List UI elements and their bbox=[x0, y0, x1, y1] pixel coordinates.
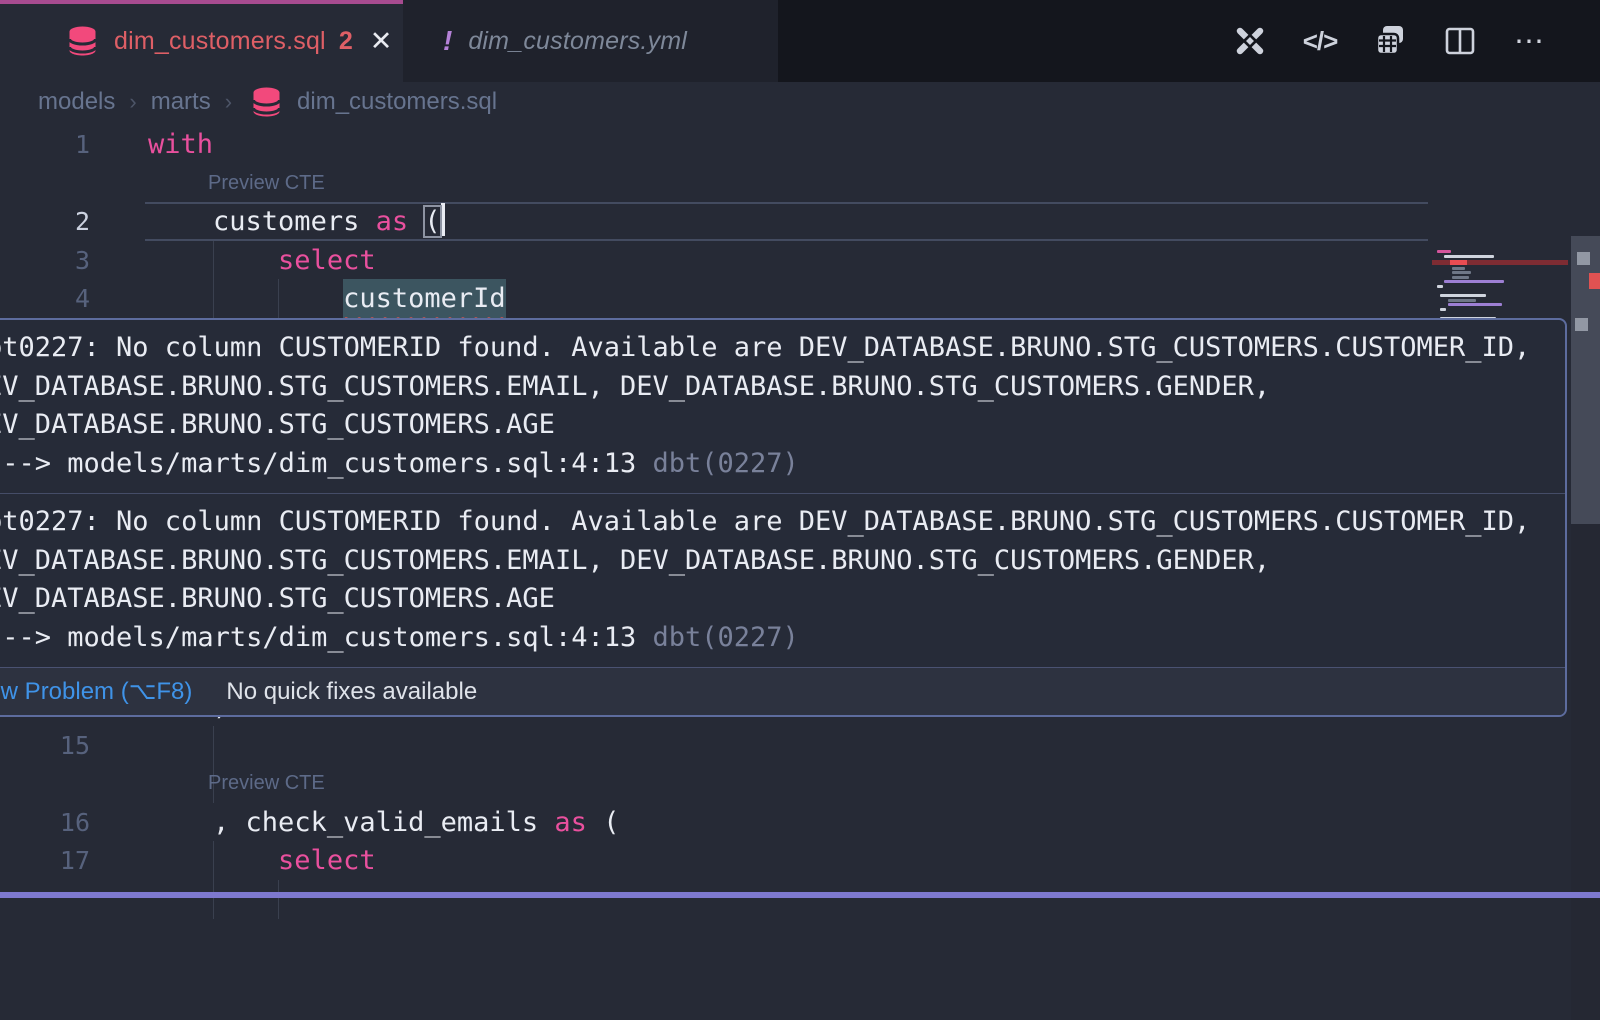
minimap-code-line bbox=[1444, 280, 1504, 283]
code-row: 1 with bbox=[0, 125, 1432, 164]
overview-decoration bbox=[1575, 318, 1588, 331]
editor-actions: </> ⋯ bbox=[1232, 0, 1600, 82]
line-number: 15 bbox=[0, 726, 90, 765]
code-row bbox=[0, 880, 1432, 919]
codelens-row: Preview CTE bbox=[0, 764, 1432, 803]
view-problem-link[interactable]: iew Problem (⌥F8) bbox=[0, 677, 192, 706]
minimap-code-line bbox=[1452, 271, 1471, 274]
code-text: customers as ( bbox=[148, 202, 445, 241]
code-row: 3 select bbox=[0, 241, 1432, 280]
tab-dim-customers-yml[interactable]: ! dim_customers.yml bbox=[403, 0, 778, 82]
code-row: 2 customers as ( bbox=[0, 202, 1432, 241]
overview-decoration bbox=[1577, 252, 1590, 265]
more-actions-icon[interactable]: ⋯ bbox=[1512, 23, 1548, 59]
code-row: 4 customerId bbox=[0, 279, 1432, 318]
split-editor-icon[interactable] bbox=[1442, 23, 1478, 59]
code-row: 17 select bbox=[0, 841, 1432, 880]
line-number bbox=[0, 880, 90, 919]
tooltip-footer: iew Problem (⌥F8) No quick fixes availab… bbox=[0, 667, 1565, 715]
tab-title: dim_customers.yml bbox=[468, 27, 687, 56]
query-results-icon[interactable] bbox=[1372, 23, 1408, 59]
minimap-code-line bbox=[1437, 250, 1451, 253]
breadcrumb: models › marts › dim_customers.sql bbox=[0, 82, 1600, 122]
codelens-preview-cte[interactable]: Preview CTE bbox=[208, 172, 325, 195]
breadcrumb-marts[interactable]: marts bbox=[151, 88, 211, 116]
line-number: 4 bbox=[0, 279, 90, 318]
chevron-right-icon: › bbox=[129, 89, 136, 115]
code-text: customerId bbox=[148, 279, 506, 318]
breadcrumb-models[interactable]: models bbox=[38, 88, 115, 116]
line-number: 16 bbox=[0, 803, 90, 842]
minimap-error-line bbox=[1432, 260, 1568, 265]
no-quick-fixes-label: No quick fixes available bbox=[226, 678, 477, 706]
breadcrumb-file[interactable]: dim_customers.sql bbox=[297, 88, 497, 116]
codelens-preview-cte[interactable]: Preview CTE bbox=[208, 772, 325, 795]
minimap-code-line bbox=[1448, 299, 1476, 302]
error-hover-tooltip: bt0227: No column CUSTOMERID found. Avai… bbox=[0, 318, 1567, 717]
codelens-row: Preview CTE bbox=[0, 164, 1432, 203]
close-icon[interactable]: ✕ bbox=[370, 28, 393, 55]
bracket-match-cursor: ( bbox=[424, 206, 440, 237]
minimap-code-line bbox=[1452, 267, 1465, 270]
code-row: 16 , check_valid_emails as ( bbox=[0, 803, 1432, 842]
scrollbar-track[interactable] bbox=[1571, 244, 1600, 1020]
error-highlighted-identifier: customerId bbox=[343, 279, 506, 318]
tab-bar: dim_customers.sql 2 ✕ ! dim_customers.ym… bbox=[0, 0, 1600, 82]
database-icon bbox=[66, 26, 99, 56]
tab-dim-customers-sql[interactable]: dim_customers.sql 2 ✕ bbox=[0, 0, 403, 82]
minimap-code-line bbox=[1440, 294, 1486, 297]
code-text: select bbox=[148, 841, 376, 880]
database-icon bbox=[250, 87, 283, 117]
overview-error-mark bbox=[1589, 273, 1600, 289]
line-number: 2 bbox=[0, 202, 90, 241]
line-number: 3 bbox=[0, 241, 90, 280]
window-bottom-border bbox=[0, 892, 1600, 898]
minimap-code-line bbox=[1437, 285, 1443, 288]
tab-modified-badge: 2 bbox=[339, 27, 353, 56]
compile-code-icon[interactable]: </> bbox=[1302, 23, 1338, 59]
error-exclamation-icon: ! bbox=[443, 25, 452, 57]
indent-guide bbox=[278, 880, 279, 919]
minimap-code-line bbox=[1448, 303, 1502, 306]
dbt-logo-icon[interactable] bbox=[1232, 23, 1268, 59]
code-text: with bbox=[148, 125, 213, 164]
tab-title: dim_customers.sql bbox=[114, 27, 326, 56]
chevron-right-icon: › bbox=[225, 89, 232, 115]
minimap-code-line bbox=[1444, 255, 1494, 258]
line-number: 1 bbox=[0, 125, 90, 164]
error-message-block: bt0227: No column CUSTOMERID found. Avai… bbox=[0, 320, 1565, 493]
code-row: 15 bbox=[0, 726, 1432, 765]
code-text: , check_valid_emails as ( bbox=[148, 803, 619, 842]
indent-guide bbox=[213, 726, 214, 765]
minimap-code-line bbox=[1452, 276, 1469, 279]
line-number: 17 bbox=[0, 841, 90, 880]
text-caret bbox=[441, 203, 445, 236]
indent-guide bbox=[213, 880, 214, 919]
error-message-block: bt0227: No column CUSTOMERID found. Avai… bbox=[0, 493, 1565, 667]
code-text: select bbox=[148, 241, 376, 280]
minimap-code-line bbox=[1440, 308, 1446, 311]
